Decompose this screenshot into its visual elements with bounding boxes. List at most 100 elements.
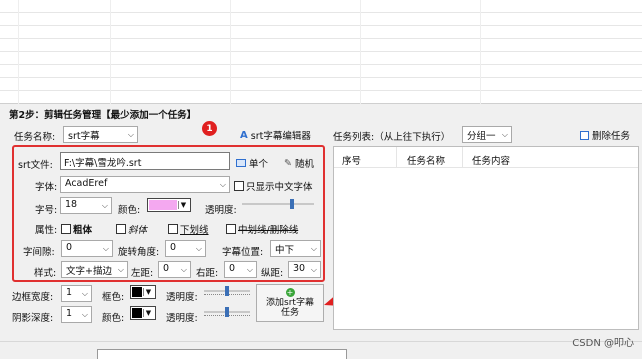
strikethrough-checkbox[interactable]: 中划线/删除线	[226, 222, 298, 236]
vertical-margin-label: 纵距:	[261, 268, 284, 279]
strikethrough-label: 中划线/删除线	[238, 225, 299, 236]
task-list-table[interactable]: 序号 任务名称 任务内容	[333, 146, 639, 330]
chevron-down-icon: ⌵	[117, 265, 124, 274]
shadow-opacity-slider[interactable]	[204, 307, 250, 317]
only-chinese-font-checkbox[interactable]: 只显示中文字体	[234, 179, 313, 193]
shadow-opacity-label: 透明度:	[166, 313, 198, 324]
shadow-color-label: 颜色:	[102, 313, 125, 324]
chevron-down-icon: ▼	[143, 309, 153, 317]
srt-editor-label: srt字幕编辑器	[250, 131, 311, 142]
spacing-label: 字间隙:	[23, 247, 55, 258]
only-chinese-font-label: 只显示中文字体	[246, 182, 313, 193]
chevron-down-icon: ⌵	[101, 201, 108, 210]
checkbox-box	[234, 181, 244, 191]
color-label: 颜色:	[118, 205, 141, 216]
chevron-down-icon: ⌵	[102, 244, 109, 253]
position-value: 中下	[275, 245, 295, 256]
checkbox-box	[116, 224, 126, 234]
random-icon: ✎	[284, 157, 292, 169]
shadow-depth-select[interactable]: 1 ⌵	[61, 306, 92, 323]
rotation-select[interactable]: 0 ⌵	[165, 240, 206, 257]
delete-icon	[580, 130, 589, 140]
plus-icon: +	[285, 288, 295, 297]
delete-task-button[interactable]: 删除任务	[580, 128, 630, 142]
font-opacity-label: 透明度:	[205, 205, 237, 216]
chevron-down-icon: ⌵	[219, 180, 226, 189]
checkbox-box	[226, 224, 236, 234]
underline-label: 下划线	[180, 225, 209, 236]
add-task-label-line2: 任务	[280, 308, 299, 318]
checkbox-box	[168, 224, 178, 234]
rotation-label: 旋转角度:	[118, 247, 160, 258]
font-opacity-slider[interactable]	[242, 199, 314, 209]
border-opacity-slider[interactable]	[204, 286, 250, 296]
right-margin-label: 右距:	[196, 268, 219, 279]
step-badge-1: 1	[202, 121, 217, 136]
checkbox-box	[61, 224, 71, 234]
border-width-label: 边框宽度:	[12, 292, 54, 303]
app-window: 第2步：剪辑任务管理【最少添加一个任务】 任务名称: srt字幕 ⌵ 1 A sr…	[0, 0, 642, 359]
right-margin-value: 0	[229, 263, 236, 274]
bottom-input[interactable]	[97, 349, 347, 359]
shadow-depth-value: 1	[66, 308, 73, 319]
border-width-select[interactable]: 1 ⌵	[61, 285, 92, 302]
task-name-select[interactable]: srt字幕 ⌵	[63, 126, 138, 143]
font-size-select[interactable]: 18 ⌵	[60, 197, 112, 214]
top-grid-area	[0, 0, 642, 104]
font-size-label: 字号:	[35, 205, 58, 216]
style-select[interactable]: 文字+描边 ⌵	[61, 261, 128, 278]
position-select[interactable]: 中下 ⌵	[270, 240, 321, 257]
chevron-down-icon: ⌵	[246, 265, 253, 274]
chevron-down-icon: ⌵	[310, 244, 317, 253]
right-margin-select[interactable]: 0 ⌵	[224, 261, 257, 278]
random-label: 随机	[294, 159, 314, 170]
vertical-margin-select[interactable]: 30 ⌵	[288, 261, 321, 278]
chevron-down-icon: ▼	[143, 288, 153, 296]
border-color-picker[interactable]: ▼	[130, 285, 156, 299]
chevron-down-icon: ▼	[178, 201, 188, 209]
border-color-swatch	[132, 287, 142, 297]
spacing-select[interactable]: 0 ⌵	[61, 240, 113, 257]
left-margin-select[interactable]: 0 ⌵	[158, 261, 191, 278]
left-margin-value: 0	[163, 263, 170, 274]
font-select[interactable]: AcadEref ⌵	[60, 176, 230, 193]
srt-editor-button[interactable]: A srt字幕编辑器	[240, 128, 311, 143]
font-value: AcadEref	[65, 178, 108, 189]
chevron-down-icon: ⌵	[180, 265, 187, 274]
font-label: 字体:	[35, 182, 58, 193]
bold-checkbox[interactable]: 粗体	[61, 222, 92, 236]
spacing-value: 0	[66, 242, 73, 253]
chevron-down-icon: ⌵	[310, 265, 317, 274]
shadow-depth-label: 阴影深度:	[12, 313, 54, 324]
bold-label: 粗体	[73, 225, 93, 236]
shadow-color-picker[interactable]: ▼	[130, 306, 156, 320]
step-title: 第2步：剪辑任务管理【最少添加一个任务】	[9, 110, 197, 121]
single-label: 单个	[249, 159, 269, 170]
add-task-label-line1: 添加srt字幕	[266, 298, 314, 308]
srt-file-label: srt文件:	[18, 160, 53, 171]
group-select[interactable]: 分组一 ⌵	[462, 126, 512, 143]
underline-checkbox[interactable]: 下划线	[168, 222, 209, 236]
add-srt-task-button[interactable]: + 添加srt字幕 任务	[256, 284, 324, 322]
task-name-label: 任务名称:	[14, 132, 56, 143]
font-color-swatch	[149, 200, 177, 210]
single-file-icon	[236, 159, 246, 167]
chevron-down-icon: ⌵	[127, 130, 134, 139]
left-margin-label: 左距:	[131, 268, 154, 279]
italic-label: 斜体	[128, 225, 148, 236]
random-button[interactable]: ✎ 随机	[284, 156, 314, 171]
delete-task-label: 删除任务	[592, 131, 631, 142]
chevron-down-icon: ⌵	[81, 289, 88, 298]
column-header-task-name: 任务名称	[407, 156, 446, 167]
column-header-index: 序号	[342, 156, 362, 167]
task-name-value: srt字幕	[68, 131, 100, 142]
italic-checkbox[interactable]: 斜体	[116, 222, 147, 236]
single-button[interactable]: 单个	[236, 156, 268, 170]
font-color-picker[interactable]: ▼	[147, 198, 191, 212]
position-label: 字幕位置:	[222, 247, 264, 258]
task-list-label: 任务列表:（从上往下执行）	[333, 132, 451, 143]
srt-file-input[interactable]: F:\字幕\雪龙吟.srt	[60, 152, 230, 170]
chevron-down-icon: ⌵	[195, 244, 202, 253]
style-label: 样式:	[34, 268, 57, 279]
column-header-task-content: 任务内容	[472, 156, 511, 167]
